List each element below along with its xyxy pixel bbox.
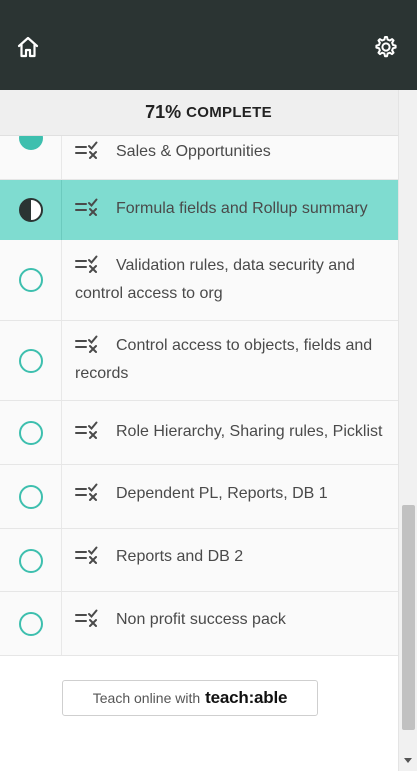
not-started-status-icon <box>19 549 43 573</box>
not-started-status-icon <box>19 421 43 445</box>
lecture-item[interactable]: Control access to objects, fields and re… <box>0 321 398 401</box>
lecture-list: Sales & Opportunities Formula fields and… <box>0 100 398 771</box>
not-started-status-icon <box>19 485 43 509</box>
quiz-icon <box>75 141 98 159</box>
not-started-status-icon <box>19 612 43 636</box>
scrollbar[interactable] <box>398 90 417 771</box>
lecture-title: Dependent PL, Reports, DB 1 <box>116 485 328 502</box>
teachable-badge-link[interactable]: Teach online with teach:able <box>62 680 318 716</box>
in-progress-status-icon <box>19 198 43 222</box>
not-started-status-icon <box>19 349 43 373</box>
lecture-title: Role Hierarchy, Sharing rules, Picklist <box>116 423 383 440</box>
scrollbar-thumb[interactable] <box>402 505 415 730</box>
quiz-icon <box>75 609 98 627</box>
lecture-item[interactable]: Reports and DB 2 <box>0 529 398 592</box>
progress-summary: 71% COMPLETE <box>0 90 417 136</box>
lecture-title: Sales & Opportunities <box>116 143 271 160</box>
quiz-icon <box>75 335 98 353</box>
quiz-icon <box>75 255 98 273</box>
quiz-icon <box>75 546 98 564</box>
not-started-status-icon <box>19 268 43 292</box>
progress-label: COMPLETE <box>186 104 272 121</box>
scroll-down-arrow-icon[interactable] <box>404 758 412 763</box>
lecture-title: Non profit success pack <box>116 611 286 628</box>
course-header <box>0 0 417 90</box>
teach-online-text: Teach online with <box>92 690 201 706</box>
lecture-title: Reports and DB 2 <box>116 548 244 565</box>
lecture-title: Control access to objects, fields and re… <box>75 337 373 382</box>
lecture-item-active[interactable]: Formula fields and Rollup summary <box>0 180 398 240</box>
lecture-title: Validation rules, data security and cont… <box>75 257 355 302</box>
quiz-icon <box>75 198 98 216</box>
teachable-logo: teach:able <box>205 688 288 707</box>
lecture-item[interactable]: Validation rules, data security and cont… <box>0 240 398 321</box>
lecture-item[interactable]: Non profit success pack <box>0 592 398 656</box>
quiz-icon <box>75 421 98 439</box>
lecture-item[interactable]: Role Hierarchy, Sharing rules, Picklist <box>0 401 398 465</box>
progress-percent: 71% <box>145 102 182 122</box>
lecture-title: Formula fields and Rollup summary <box>116 200 368 217</box>
quiz-icon <box>75 483 98 501</box>
gear-icon[interactable] <box>372 34 398 60</box>
lecture-item[interactable]: Dependent PL, Reports, DB 1 <box>0 465 398 529</box>
home-icon[interactable] <box>17 36 39 58</box>
